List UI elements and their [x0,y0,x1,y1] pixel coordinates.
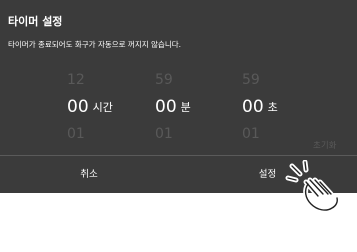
tap-hand-icon [285,160,340,213]
hours-next[interactable]: 01 [67,124,113,144]
seconds-value: 00 [242,97,264,117]
reset-button[interactable]: 초기화 [313,139,336,151]
seconds-unit: 초 [267,101,278,114]
minutes-picker[interactable]: 59 00 분 01 [155,70,191,144]
minutes-value: 00 [155,97,177,117]
cancel-button[interactable]: 취소 [0,156,178,193]
minutes-next[interactable]: 01 [155,124,191,144]
seconds-selected[interactable]: 00 초 [242,96,278,118]
hours-selected[interactable]: 00 시간 [67,96,113,118]
seconds-next[interactable]: 01 [242,124,278,144]
seconds-prev[interactable]: 59 [242,70,278,90]
minutes-prev[interactable]: 59 [155,70,191,90]
minutes-selected[interactable]: 00 분 [155,96,191,118]
seconds-picker[interactable]: 59 00 초 01 [242,70,278,144]
minutes-unit: 분 [180,101,191,114]
dialog-description: 타이머가 종료되어도 화구가 자동으로 꺼지지 않습니다. [8,40,182,49]
dialog-title: 타이머 설정 [8,15,63,28]
hours-unit: 시간 [92,101,113,114]
hours-value: 00 [67,97,89,117]
hours-prev[interactable]: 12 [67,70,113,90]
hours-picker[interactable]: 12 00 시간 01 [67,70,113,144]
